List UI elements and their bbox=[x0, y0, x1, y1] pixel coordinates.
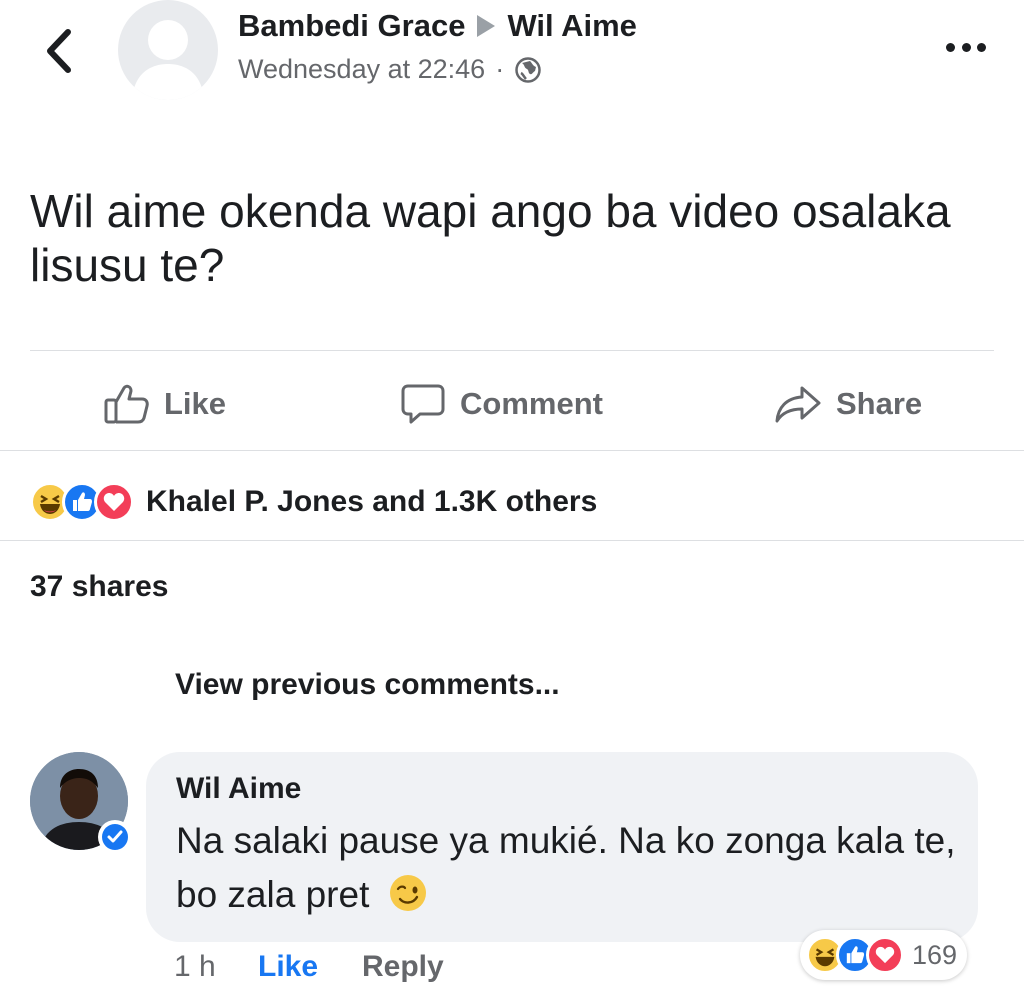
comment-text-body: Na salaki pause ya mukié. Na ko zonga ka… bbox=[176, 820, 956, 915]
like-button[interactable]: Like bbox=[104, 378, 226, 430]
comment-bubble-icon bbox=[401, 384, 445, 424]
comment-reply-button[interactable]: Reply bbox=[362, 950, 444, 984]
reactions-summary-text[interactable]: Khalel P. Jones and 1.3K others bbox=[146, 485, 597, 519]
comment-reaction-count: 169 bbox=[912, 939, 958, 970]
default-profile-icon bbox=[132, 20, 204, 100]
comment-author[interactable]: Wil Aime bbox=[176, 772, 301, 806]
back-button[interactable] bbox=[38, 26, 82, 76]
divider bbox=[30, 350, 994, 351]
more-dot-icon bbox=[961, 42, 971, 52]
post-text: Wil aime okenda wapi ango ba video osala… bbox=[30, 185, 951, 291]
shares-count[interactable]: 37 shares bbox=[30, 570, 168, 604]
globe-icon bbox=[515, 56, 541, 83]
comment-time: 1 h bbox=[174, 950, 216, 983]
author-avatar[interactable] bbox=[118, 0, 218, 100]
meta-separator: · bbox=[495, 54, 505, 84]
love-icon bbox=[866, 936, 904, 974]
thumbs-up-icon bbox=[104, 384, 149, 424]
comment-button[interactable]: Comment bbox=[400, 378, 603, 430]
comment-reactions[interactable]: 169 bbox=[800, 930, 968, 980]
author-name[interactable]: Bambedi Grace bbox=[238, 8, 465, 44]
chevron-left-icon bbox=[47, 29, 71, 73]
triangle-right-icon bbox=[477, 15, 496, 37]
comment-like-button[interactable]: Like bbox=[258, 950, 318, 984]
love-icon bbox=[94, 482, 134, 522]
wink-emoji-icon bbox=[389, 875, 426, 911]
share-arrow-icon bbox=[775, 386, 821, 423]
divider bbox=[0, 540, 1024, 541]
post-header-names: Bambedi Grace Wil Aime bbox=[238, 8, 637, 44]
share-button[interactable]: Share bbox=[774, 378, 922, 430]
more-dot-icon bbox=[977, 42, 986, 52]
post-meta: Wednesday at 22:46 · bbox=[238, 54, 542, 85]
share-label: Share bbox=[836, 386, 923, 421]
post-timestamp[interactable]: Wednesday at 22:46 bbox=[238, 54, 485, 85]
like-label: Like bbox=[164, 386, 227, 421]
more-options-button[interactable] bbox=[946, 40, 986, 54]
comment-label: Comment bbox=[460, 386, 603, 421]
target-name[interactable]: Wil Aime bbox=[507, 8, 636, 44]
comment-text: Na salaki pause ya mukié. Na ko zonga ka… bbox=[176, 814, 966, 922]
view-previous-comments-link[interactable]: View previous comments... bbox=[175, 668, 560, 702]
verified-badge-icon bbox=[98, 820, 132, 854]
reactions-summary[interactable]: Khalel P. Jones and 1.3K others bbox=[30, 478, 597, 526]
more-dot-icon bbox=[946, 42, 955, 52]
divider bbox=[0, 450, 1024, 451]
